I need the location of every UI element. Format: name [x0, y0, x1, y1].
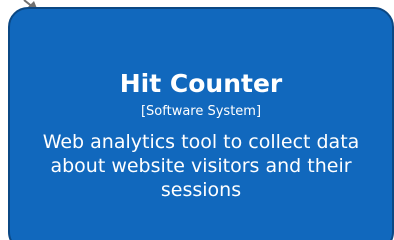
system-description: Web analytics tool to collect data about… — [42, 131, 360, 201]
software-system-box[interactable]: Hit Counter [Software System] Web analyt… — [8, 7, 394, 240]
system-type: [Software System] — [140, 104, 262, 119]
system-name: Hit Counter — [119, 69, 283, 98]
diagram-canvas: Hit Counter [Software System] Web analyt… — [0, 0, 394, 240]
